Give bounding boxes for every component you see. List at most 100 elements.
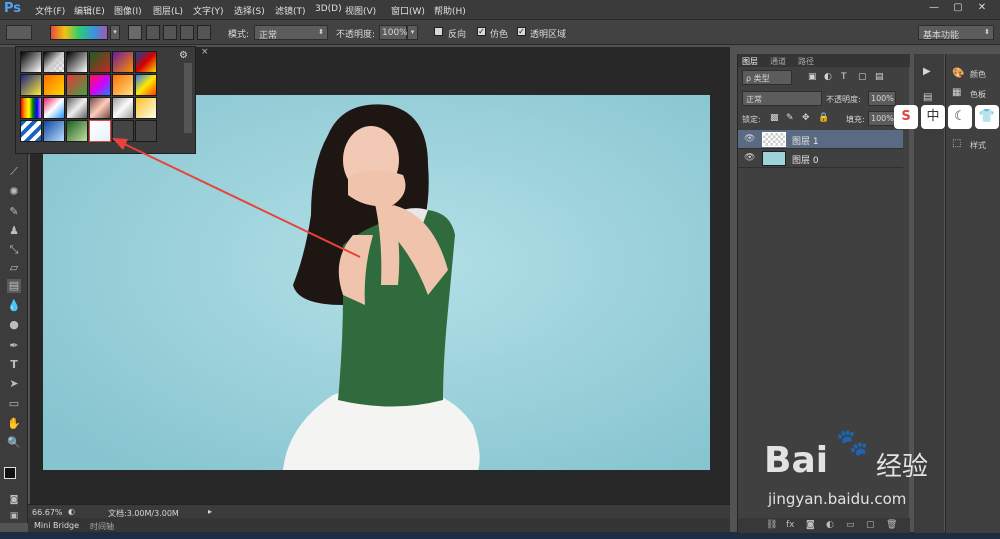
history-icon[interactable]: ▤ <box>923 92 932 103</box>
blend-mode-select[interactable]: 正常 <box>742 91 822 106</box>
styles-panel-icon[interactable]: ⬚ <box>952 138 961 149</box>
workspace-select[interactable]: 基本功能 ⬍ <box>918 25 994 41</box>
blur-tool-icon[interactable]: 💧 <box>7 299 21 313</box>
rectangle-tool-icon[interactable]: ▭ <box>7 397 21 411</box>
status-menu-arrow[interactable]: ▸ <box>208 507 212 516</box>
gradient-swatch[interactable] <box>43 51 65 73</box>
fill-input[interactable]: 100% <box>868 111 896 126</box>
zoom-tool-icon[interactable]: 🔍 <box>7 436 21 450</box>
close-icon[interactable]: × <box>201 47 209 57</box>
menu-3d[interactable]: 3D(D) <box>315 4 342 14</box>
foreground-color-swatch[interactable] <box>4 467 16 479</box>
filter-image-icon[interactable]: ▣ <box>808 72 817 82</box>
gradient-swatch[interactable] <box>135 97 157 119</box>
new-group-icon[interactable]: ▭ <box>846 520 855 530</box>
mode-select[interactable]: 正常 ⬍ <box>254 25 328 41</box>
gradient-tool-preset[interactable] <box>6 25 32 40</box>
gradient-swatch[interactable] <box>135 51 157 73</box>
tab-timeline[interactable]: 时间轴 <box>90 521 114 532</box>
menu-edit[interactable]: 编辑(E) <box>74 4 105 17</box>
panel-item-styles[interactable]: 样式 <box>970 140 986 151</box>
gradient-picker-arrow[interactable]: ▾ <box>110 25 120 40</box>
hand-tool-icon[interactable]: ✋ <box>7 417 21 431</box>
fx-icon[interactable]: fx <box>786 520 795 530</box>
gradient-panel-scrollbar[interactable] <box>184 63 192 133</box>
stamp-tool-icon[interactable]: ♟ <box>7 224 21 238</box>
ime-moon-icon[interactable]: ☾ <box>948 105 972 129</box>
menu-layer[interactable]: 图层(L) <box>153 4 183 17</box>
gradient-swatch[interactable] <box>66 120 88 142</box>
tab-mini-bridge[interactable]: Mini Bridge <box>34 521 79 530</box>
gradient-swatch-selected[interactable] <box>89 120 111 142</box>
quick-mask-icon[interactable]: ◙ <box>7 493 21 507</box>
gradient-swatch[interactable] <box>43 97 65 119</box>
tab-channels[interactable]: 通道 <box>770 56 786 67</box>
menu-image[interactable]: 图像(I) <box>114 4 142 17</box>
brush-tool-icon[interactable]: ✎ <box>7 205 21 219</box>
ime-sogou-icon[interactable]: S <box>894 105 918 129</box>
layer-row-selected[interactable]: 👁 图层 1 <box>738 130 903 149</box>
eraser-tool-icon[interactable]: ▱ <box>7 261 21 275</box>
gradient-swatch[interactable] <box>66 51 88 73</box>
adjustment-layer-icon[interactable]: ◐ <box>826 520 834 530</box>
layer-opacity-input[interactable]: 100% <box>868 91 896 106</box>
gradient-swatch[interactable] <box>89 74 111 96</box>
gradient-swatch[interactable] <box>89 97 111 119</box>
opacity-dropdown[interactable]: ▾ <box>407 25 418 40</box>
dodge-tool-icon[interactable]: ● <box>7 318 21 332</box>
ime-chinese-mode[interactable]: 中 <box>921 105 945 129</box>
history-brush-icon[interactable]: ⤡ <box>7 243 21 257</box>
filter-type-icon[interactable]: T <box>841 72 847 82</box>
dither-checkbox[interactable]: ✓ <box>477 27 486 36</box>
gradient-swatch[interactable] <box>20 51 42 73</box>
reflected-gradient-icon[interactable] <box>180 25 194 40</box>
filter-shape-icon[interactable]: ▢ <box>858 72 867 82</box>
minimize-button[interactable]: — <box>922 0 946 16</box>
screen-mode-icon[interactable]: ▣ <box>7 509 21 523</box>
menu-help[interactable]: 帮助(H) <box>434 4 466 17</box>
opacity-input[interactable]: 100% <box>379 25 408 40</box>
panel-item-color[interactable]: 颜色 <box>970 69 986 80</box>
menu-select[interactable]: 选择(S) <box>234 4 265 17</box>
gradient-swatch[interactable] <box>43 74 65 96</box>
gradient-swatch[interactable] <box>112 97 134 119</box>
gradient-swatch[interactable] <box>135 74 157 96</box>
color-panel-icon[interactable]: 🎨 <box>952 68 964 79</box>
gradient-swatch[interactable] <box>89 51 111 73</box>
panel-item-swatches[interactable]: 色板 <box>970 89 986 100</box>
radial-gradient-icon[interactable] <box>146 25 160 40</box>
zoom-level[interactable]: 66.67% <box>32 508 63 517</box>
type-tool-icon[interactable]: T <box>7 358 21 372</box>
gradient-swatch[interactable] <box>20 97 42 119</box>
filter-adjustment-icon[interactable]: ◐ <box>824 72 832 82</box>
gradient-swatch[interactable] <box>112 74 134 96</box>
eyedropper-tool-icon[interactable]: ⟋ <box>7 165 21 179</box>
delete-layer-icon[interactable]: 🗑 <box>886 520 897 530</box>
status-info-icon[interactable]: ◐ <box>68 507 75 516</box>
menu-window[interactable]: 窗口(W) <box>391 4 425 17</box>
tab-layers[interactable]: 图层 <box>742 56 758 67</box>
lock-pixels-icon[interactable]: ✎ <box>786 113 794 123</box>
swatches-panel-icon[interactable]: ▦ <box>952 87 961 98</box>
new-layer-icon[interactable]: ▢ <box>866 520 875 530</box>
layer-filter-select[interactable]: ρ 类型 <box>742 70 792 85</box>
play-actions-icon[interactable]: ▶ <box>923 66 931 77</box>
ime-skin-icon[interactable]: 👕 <box>975 105 999 129</box>
path-select-icon[interactable]: ➤ <box>7 377 21 391</box>
gradient-swatch[interactable] <box>112 51 134 73</box>
menu-type[interactable]: 文字(Y) <box>193 4 224 17</box>
menu-file[interactable]: 文件(F) <box>35 4 65 17</box>
link-layers-icon[interactable]: ⛓ <box>766 520 777 530</box>
menu-view[interactable]: 视图(V) <box>345 4 376 17</box>
gradient-swatch[interactable] <box>20 74 42 96</box>
transparency-checkbox[interactable]: ✓ <box>517 27 526 36</box>
lock-transparent-icon[interactable]: ▩ <box>770 113 779 123</box>
layer-name[interactable]: 图层 1 <box>792 134 819 147</box>
maximize-button[interactable]: ▢ <box>946 0 970 16</box>
reverse-checkbox[interactable] <box>434 27 443 36</box>
layer-row[interactable]: 👁 图层 0 <box>738 149 903 168</box>
close-window-button[interactable]: ✕ <box>970 0 994 16</box>
eye-icon[interactable]: 👁 <box>744 134 755 144</box>
linear-gradient-icon[interactable] <box>128 25 142 40</box>
gradient-swatch[interactable] <box>66 97 88 119</box>
